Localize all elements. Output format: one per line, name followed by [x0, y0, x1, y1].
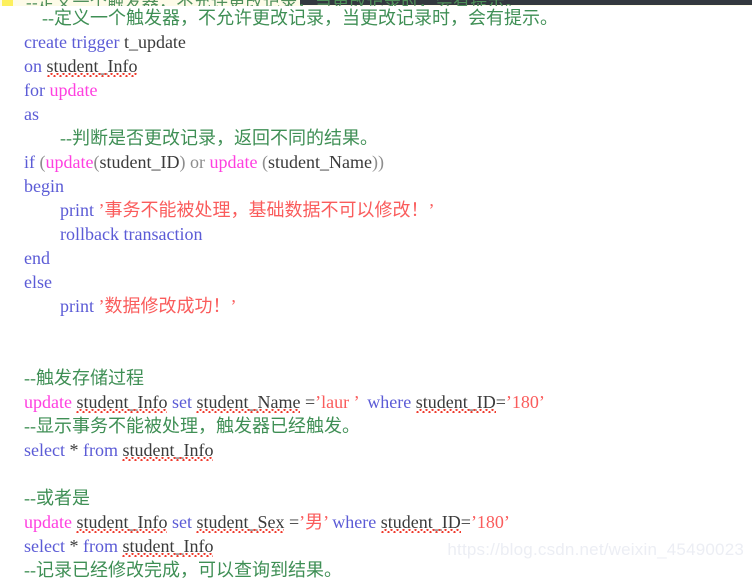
code-token-op: = — [288, 512, 300, 532]
code-token-kw: if — [24, 152, 35, 172]
code-token-str: ’数据修改成功！’ — [98, 296, 237, 316]
code-line[interactable]: rollback transaction — [24, 222, 752, 246]
code-token-kw: print — [60, 200, 94, 220]
code-token-kw: end — [24, 248, 50, 268]
code-line[interactable]: on student_Info — [24, 54, 752, 78]
code-line[interactable]: if (update(student_ID) or update (studen… — [24, 150, 752, 174]
code-token-kw: else — [24, 272, 52, 292]
code-line[interactable] — [24, 318, 752, 342]
code-token-str: ’180’ — [470, 512, 510, 532]
code-token-punc: )) — [371, 152, 384, 172]
watermark-blog-url: https://blog.csdn.net/weixin_45490023 — [447, 540, 744, 559]
code-token-fn: update — [24, 392, 72, 412]
code-line[interactable] — [24, 462, 752, 486]
identifier-token-misspelled: student_Info — [76, 512, 168, 533]
code-lines-container[interactable]: --定义一个触发器，不允许更改记录，当更改记录时，会有提示。 create tri… — [24, 6, 752, 582]
code-token-id: student_ID — [99, 152, 180, 172]
identifier-token-misspelled: student_Info — [46, 56, 138, 77]
code-token-fn: update — [24, 512, 72, 532]
code-token-str: ’男’ — [299, 512, 329, 532]
code-token-fn: update — [209, 152, 258, 172]
code-token-kw: begin — [24, 176, 64, 196]
code-token-cmt: --定义一个触发器，不允许更改记录，当更改记录时，会有提示。 — [42, 8, 558, 28]
code-token-sp — [358, 392, 367, 412]
code-token-fn: update — [49, 80, 98, 100]
code-line[interactable]: else — [24, 270, 752, 294]
code-token-cmt: --记录已经修改完成，可以查询到结果。 — [24, 560, 342, 580]
code-token-id: student_Name — [267, 152, 372, 172]
code-line[interactable]: --记录已经修改完成，可以查询到结果。 — [24, 558, 752, 582]
code-line[interactable]: begin — [24, 174, 752, 198]
code-token-kw: for — [24, 80, 45, 100]
code-token-kw: select — [24, 536, 65, 556]
code-line[interactable]: print ’数据修改成功！’ — [24, 294, 752, 318]
code-line[interactable]: create trigger t_update — [24, 30, 752, 54]
code-token-kw: set — [171, 392, 192, 412]
code-token-cmt: --显示事务不能被处理，触发器已经触发。 — [24, 416, 360, 436]
identifier-token-misspelled: student_ID — [380, 512, 461, 533]
code-editor-surface[interactable]: --定义一个触发器，不允许更改记录，当更改记录时，会有提示。 create tri… — [0, 6, 752, 582]
code-token-kw: trigger — [71, 32, 120, 52]
code-token-kw: transaction — [123, 224, 203, 244]
code-line[interactable]: end — [24, 246, 752, 270]
code-line[interactable]: --或者是 — [24, 486, 752, 510]
identifier-token-misspelled: student_Info — [122, 440, 214, 461]
code-token-kw: where — [367, 392, 412, 412]
code-token-kw: on — [24, 56, 42, 76]
code-line[interactable]: --触发存储过程 — [24, 366, 752, 390]
code-token-op: = — [304, 392, 316, 412]
code-line[interactable]: --定义一个触发器，不允许更改记录，当更改记录时，会有提示。 — [24, 6, 752, 30]
identifier-token-misspelled: student_Sex — [196, 512, 285, 533]
code-line[interactable]: --判断是否更改记录，返回不同的结果。 — [24, 126, 752, 150]
code-token-kw: where — [332, 512, 377, 532]
code-line[interactable] — [24, 342, 752, 366]
code-line[interactable]: select * from student_Info — [24, 438, 752, 462]
code-line[interactable]: as — [24, 102, 752, 126]
code-token-kw: select — [24, 440, 65, 460]
code-token-id: t_update — [123, 32, 186, 52]
code-token-kw: set — [171, 512, 192, 532]
code-token-cmt: --触发存储过程 — [24, 368, 144, 388]
code-line[interactable]: for update — [24, 78, 752, 102]
code-line[interactable]: print ’事务不能被处理，基础数据不可以修改！’ — [24, 198, 752, 222]
code-line[interactable]: update student_Info set student_Name =’l… — [24, 390, 752, 414]
identifier-token-misspelled: student_Name — [196, 392, 301, 413]
code-token-kw: create — [24, 32, 67, 52]
code-token-fn: update — [45, 152, 94, 172]
identifier-token-misspelled: student_ID — [415, 392, 496, 413]
code-line[interactable]: --显示事务不能被处理，触发器已经触发。 — [24, 414, 752, 438]
code-token-kw: print — [60, 296, 94, 316]
code-line[interactable]: update student_Info set student_Sex =’男’… — [24, 510, 752, 534]
identifier-token-misspelled: student_Info — [122, 536, 214, 557]
code-token-op: = — [460, 512, 471, 532]
code-token-op: = — [495, 392, 506, 412]
code-token-kw: as — [24, 104, 39, 124]
code-token-str: ’180’ — [505, 392, 545, 412]
code-token-punc: or — [189, 152, 205, 172]
code-token-kw: from — [82, 440, 118, 460]
code-token-kw: from — [82, 536, 118, 556]
code-token-str: ’laur ’ — [315, 392, 359, 412]
identifier-token-misspelled: student_Info — [76, 392, 168, 413]
code-token-str: ’事务不能被处理，基础数据不可以修改！’ — [98, 200, 435, 220]
code-token-kw: rollback — [60, 224, 119, 244]
code-token-cmt: --或者是 — [24, 488, 90, 508]
code-token-cmt: --判断是否更改记录，返回不同的结果。 — [60, 128, 378, 148]
